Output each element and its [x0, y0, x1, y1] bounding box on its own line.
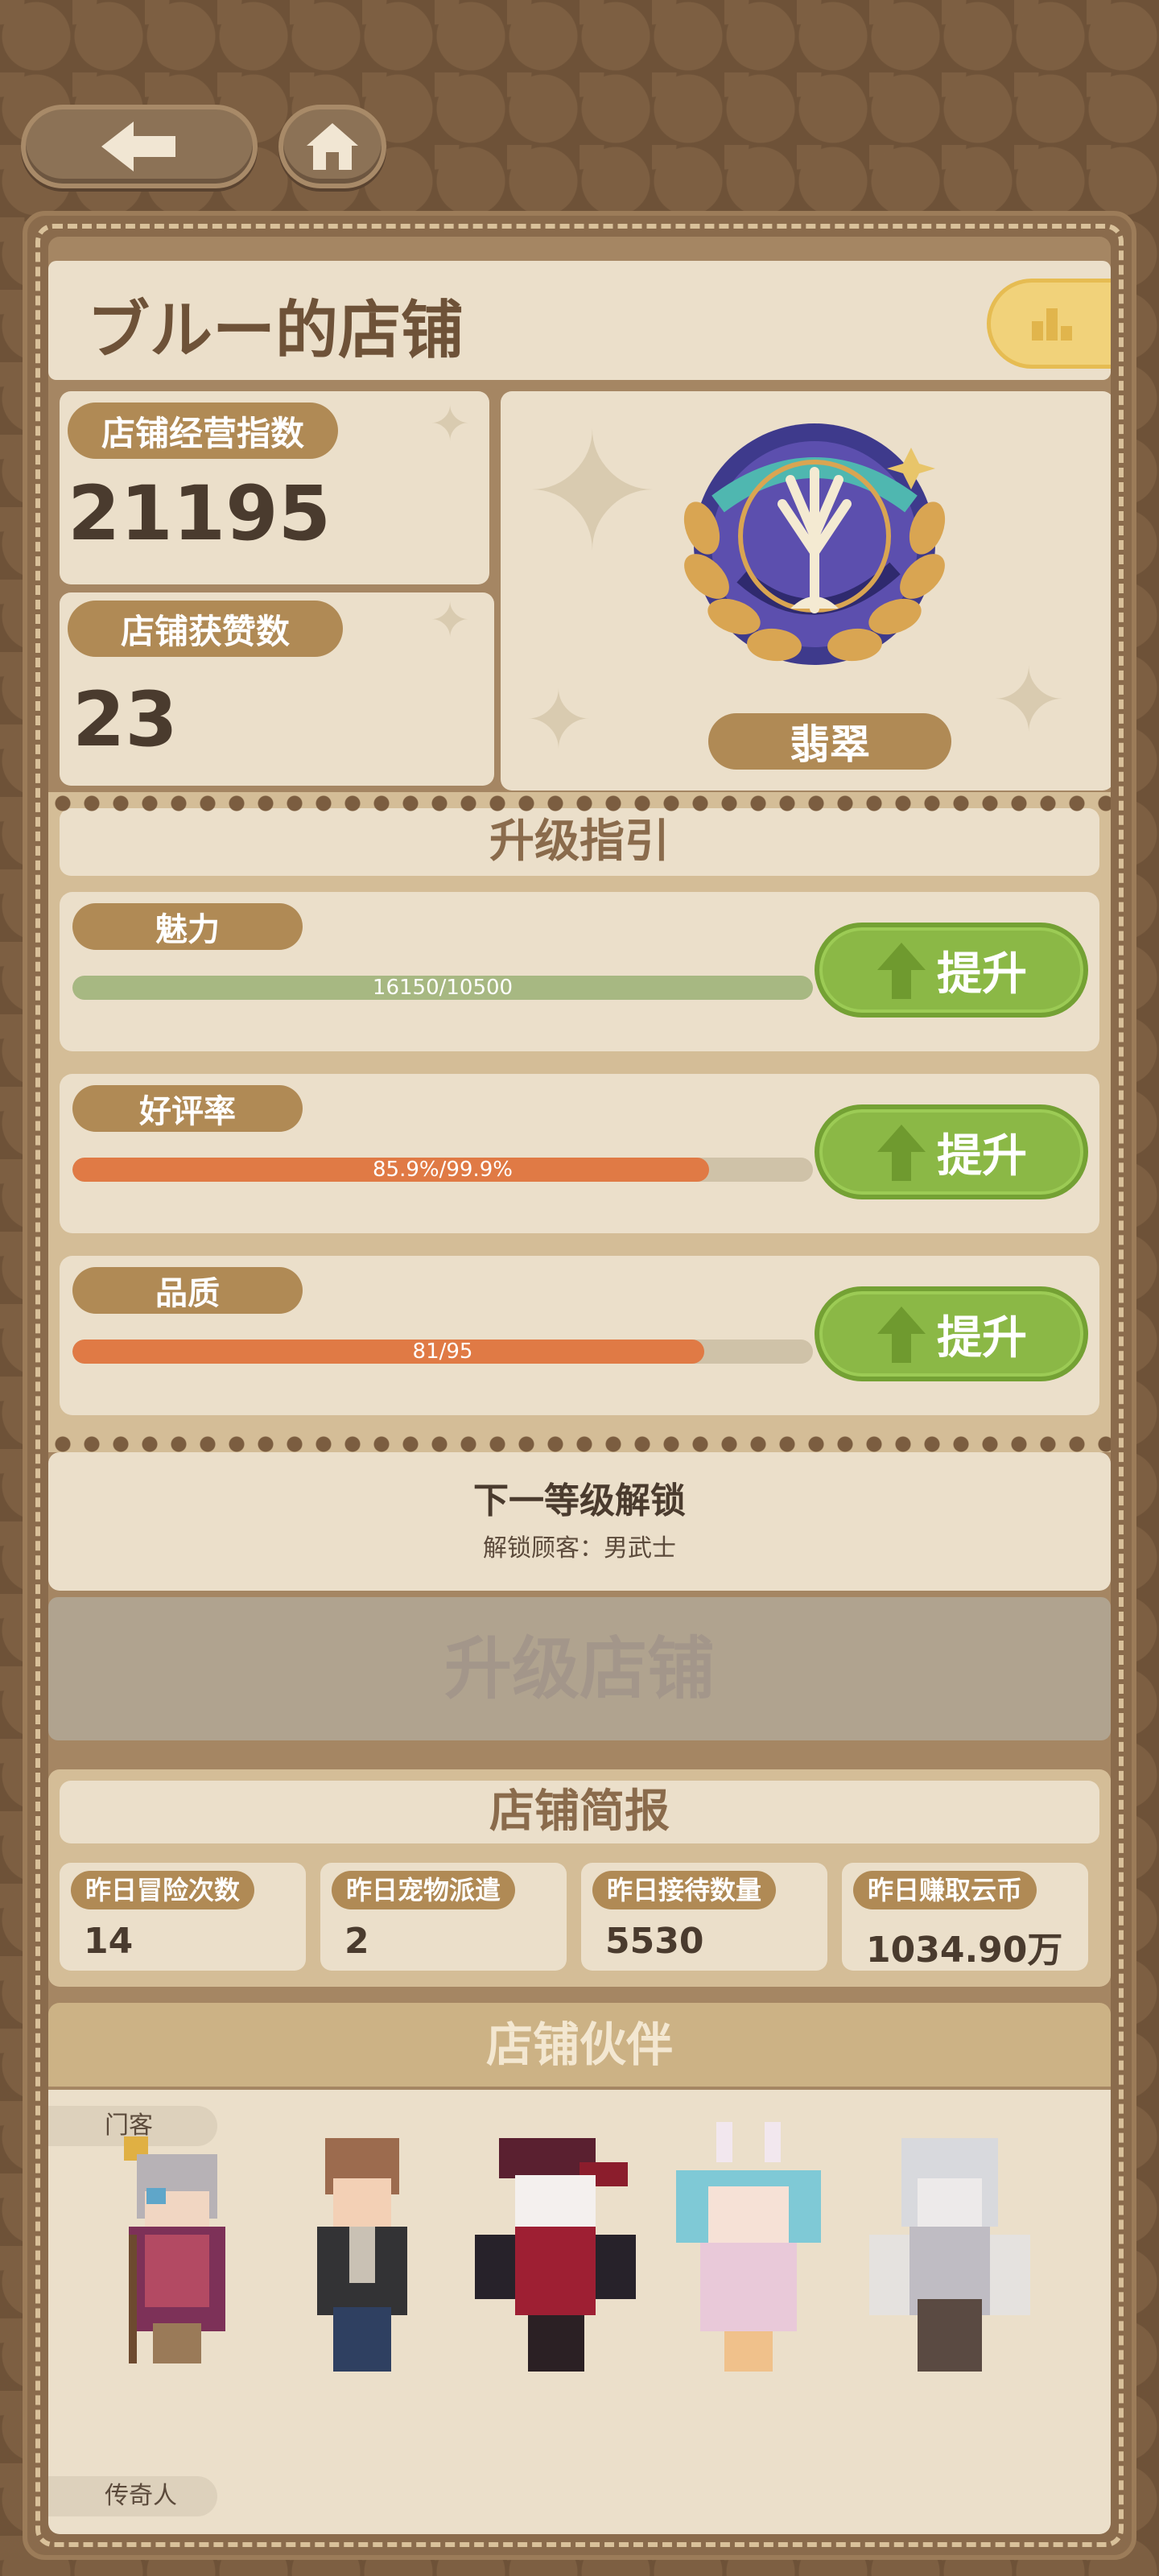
- shop-partners-title: 店铺伙伴: [48, 2003, 1111, 2087]
- progress-bar: 81/95: [72, 1340, 813, 1364]
- shop-panel-inner: ブルー的店铺 店铺经营指数 ✦ 21195 店铺获赞数 ✦ 23 ✦ ✦ ✦ 翡…: [48, 237, 1111, 2534]
- guide-row-charm: 魅力 16150/10500 提升: [60, 892, 1099, 1051]
- arrow-up-icon: [877, 1125, 926, 1181]
- guide-row-quality: 品质 81/95 提升: [60, 1256, 1099, 1415]
- shop-likes-value: 23: [72, 676, 178, 764]
- improve-button-label: 提升: [937, 1129, 1027, 1183]
- dotted-divider: [48, 1435, 1111, 1454]
- red-witch-sprite[interactable]: [467, 2122, 644, 2380]
- upgrade-guide: 升级指引 魅力 16150/10500 提升 好评率 85.9%/99.9% 提…: [48, 792, 1111, 1452]
- home-button[interactable]: [278, 105, 386, 188]
- report-card: 昨日赚取云币 1034.90万: [842, 1863, 1088, 1971]
- sparkle-icon: ✦: [430, 396, 471, 452]
- arrow-up-icon: [877, 1307, 926, 1363]
- brown-hair-boy-sprite[interactable]: [298, 2122, 427, 2380]
- shop-index-card: 店铺经营指数 ✦ 21195: [60, 391, 489, 584]
- shop-partners-list: 门客 传奇人: [48, 2090, 1111, 2534]
- shop-likes-card: 店铺获赞数 ✦ 23: [60, 592, 494, 786]
- report-value: 5530: [605, 1921, 704, 1962]
- shop-tier-label: 翡翠: [708, 713, 951, 770]
- unlock-subtitle: 解锁顾客：男武士: [483, 1534, 676, 1563]
- shop-panel: ブルー的店铺 店铺经营指数 ✦ 21195 店铺获赞数 ✦ 23 ✦ ✦ ✦ 翡…: [23, 211, 1136, 2560]
- shop-report: 店铺简报 昨日冒险次数 14 昨日宠物派遣 2 昨日接待数量 5530 昨日赚取…: [48, 1769, 1111, 1987]
- shop-report-title: 店铺简报: [60, 1781, 1099, 1843]
- arrow-left-icon: [101, 122, 175, 171]
- report-card: 昨日宠物派遣 2: [320, 1863, 567, 1971]
- upgrade-shop-button[interactable]: 升级店铺: [48, 1597, 1111, 1740]
- progress-text: 85.9%/99.9%: [373, 1158, 513, 1182]
- report-value: 2: [344, 1921, 369, 1962]
- upgrade-guide-title: 升级指引: [60, 808, 1099, 876]
- shop-title: ブルー的店铺: [87, 295, 464, 367]
- improve-button[interactable]: 提升: [815, 923, 1088, 1018]
- improve-button[interactable]: 提升: [815, 1104, 1088, 1199]
- guide-row-label: 品质: [72, 1267, 303, 1314]
- progress-text: 16150/10500: [372, 976, 514, 1000]
- improve-button-label: 提升: [937, 947, 1027, 1001]
- report-value: 14: [84, 1921, 134, 1962]
- report-label: 昨日宠物派遣: [332, 1871, 516, 1909]
- shop-title-bar: ブルー的店铺: [48, 261, 1111, 380]
- improve-button[interactable]: 提升: [815, 1286, 1088, 1381]
- report-label: 昨日接待数量: [592, 1871, 777, 1909]
- guide-row-label: 魅力: [72, 903, 303, 950]
- report-label: 昨日冒险次数: [71, 1871, 255, 1909]
- back-button[interactable]: [21, 105, 258, 188]
- progress-text: 81/95: [412, 1340, 473, 1364]
- improve-button-label: 提升: [937, 1311, 1027, 1364]
- white-hair-elf-sprite[interactable]: [861, 2122, 1038, 2380]
- shop-index-label: 店铺经营指数: [68, 402, 338, 459]
- next-level-unlock: 下一等级解锁 解锁顾客：男武士: [48, 1452, 1111, 1591]
- shop-tier-card: ✦ ✦ ✦ 翡翠: [501, 391, 1111, 791]
- sparkle-icon: ✦: [525, 673, 592, 767]
- laurel-tree-emblem-icon: [683, 423, 946, 665]
- shop-index-value: 21195: [68, 470, 332, 558]
- sparkle-icon: ✦: [525, 399, 660, 587]
- report-card: 昨日接待数量 5530: [581, 1863, 827, 1971]
- report-card: 昨日冒险次数 14: [60, 1863, 306, 1971]
- unlock-title: 下一等级解锁: [473, 1480, 686, 1521]
- coffee-beans-icon: ✦: [992, 649, 1066, 752]
- guide-row-label: 好评率: [72, 1085, 303, 1132]
- guide-row-rating: 好评率 85.9%/99.9% 提升: [60, 1074, 1099, 1233]
- sparkle-icon: ✦: [430, 592, 471, 649]
- home-icon: [307, 123, 358, 170]
- report-value: 1034.90万: [866, 1930, 1063, 1971]
- shop-likes-label: 店铺获赞数: [68, 601, 343, 657]
- report-label: 昨日赚取云币: [853, 1871, 1037, 1909]
- bar-chart-icon: [1032, 308, 1072, 341]
- rank-button[interactable]: [987, 279, 1111, 369]
- dotted-divider: [48, 794, 1111, 813]
- progress-bar: 85.9%/99.9%: [72, 1158, 813, 1182]
- blue-bunny-girl-sprite[interactable]: [668, 2122, 829, 2380]
- arrow-up-icon: [877, 943, 926, 999]
- progress-bar: 16150/10500: [72, 976, 813, 1000]
- partner-role-tag: 传奇人: [48, 2476, 217, 2516]
- elder-mage-sprite[interactable]: [97, 2122, 241, 2380]
